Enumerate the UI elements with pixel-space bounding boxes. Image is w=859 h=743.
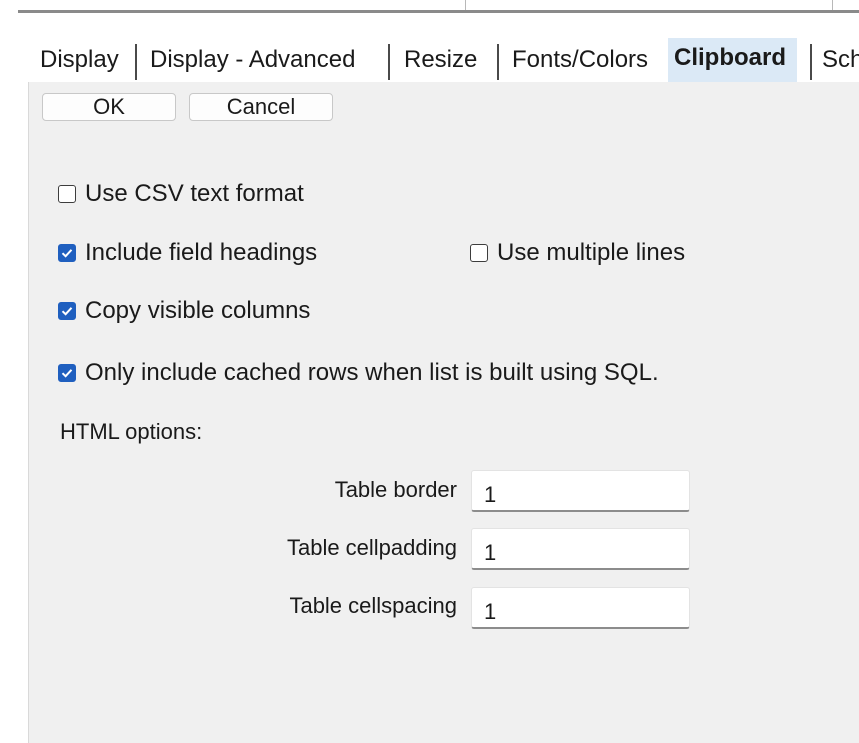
multiple-lines-checkbox[interactable] xyxy=(470,244,488,262)
csv-format-option[interactable]: Use CSV text format xyxy=(58,179,304,209)
window-top-edge xyxy=(0,0,859,30)
cached-rows-option[interactable]: Only include cached rows when list is bu… xyxy=(58,358,659,388)
tab-display[interactable]: Display xyxy=(28,38,134,82)
tab-separator xyxy=(135,44,137,80)
check-icon xyxy=(61,307,73,316)
visible-columns-checkbox[interactable] xyxy=(58,302,76,320)
tab-sch[interactable]: Sch xyxy=(808,38,859,82)
cached-rows-label: Only include cached rows when list is bu… xyxy=(85,359,659,386)
table-cellspacing-input[interactable] xyxy=(471,587,690,629)
html-options-heading: HTML options: xyxy=(60,419,203,444)
tab-strip: Display Display - Advanced Resize Fonts/… xyxy=(28,38,859,82)
tab-resize[interactable]: Resize xyxy=(392,38,495,82)
cancel-button[interactable]: Cancel xyxy=(189,93,333,121)
check-icon xyxy=(61,369,73,378)
visible-columns-label: Copy visible columns xyxy=(85,297,311,324)
multiple-lines-label: Use multiple lines xyxy=(497,239,686,266)
visible-columns-option[interactable]: Copy visible columns xyxy=(58,296,310,326)
cached-rows-checkbox[interactable] xyxy=(58,364,76,382)
field-headings-option[interactable]: Include field headings xyxy=(58,238,317,268)
column-divider[interactable] xyxy=(465,0,466,10)
table-border-label: Table border xyxy=(334,477,457,502)
tab-display-advanced[interactable]: Display - Advanced xyxy=(138,38,388,82)
table-cellpadding-input[interactable] xyxy=(471,528,690,570)
tab-fonts-colors[interactable]: Fonts/Colors xyxy=(500,38,668,82)
field-headings-label: Include field headings xyxy=(85,239,318,266)
table-cellpadding-label: Table cellpadding xyxy=(286,535,457,560)
multiple-lines-option[interactable]: Use multiple lines xyxy=(470,238,685,268)
tab-separator xyxy=(497,44,499,80)
table-border-input[interactable] xyxy=(471,470,690,512)
tab-separator xyxy=(388,44,390,80)
csv-format-checkbox[interactable] xyxy=(58,185,76,203)
ok-button[interactable]: OK xyxy=(42,93,176,121)
table-cellspacing-label: Table cellspacing xyxy=(289,593,457,618)
check-icon xyxy=(61,249,73,258)
field-headings-checkbox[interactable] xyxy=(58,244,76,262)
top-divider xyxy=(18,10,859,13)
tab-clipboard[interactable]: Clipboard xyxy=(668,38,797,82)
column-divider[interactable] xyxy=(832,0,833,10)
csv-format-label: Use CSV text format xyxy=(85,180,304,207)
